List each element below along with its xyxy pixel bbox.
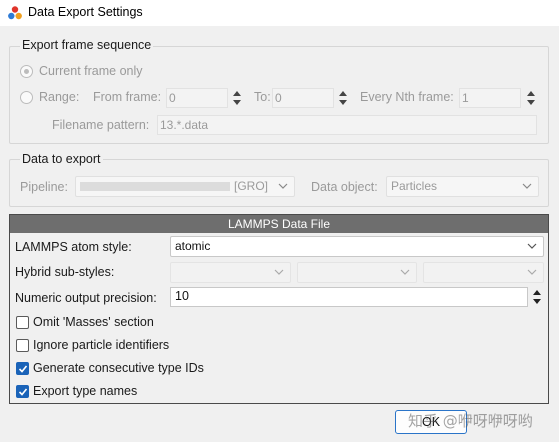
to-frame-input[interactable]: 0 [272,88,334,108]
lammps-panel-header: LAMMPS Data File [10,215,548,233]
chevron-down-icon [527,269,537,275]
nth-frame-spinner[interactable] [526,88,536,108]
checkmark-icon [18,388,28,396]
chevron-down-icon [527,243,537,249]
current-frame-label: Current frame only [39,64,143,78]
hybrid-substyle-select-2[interactable] [297,262,417,283]
range-radio[interactable] [20,91,33,104]
ignore-identifiers-checkbox[interactable] [16,339,29,352]
precision-label: Numeric output precision: [15,291,157,305]
atom-style-label: LAMMPS atom style: [15,240,132,254]
export-type-names-label: Export type names [33,384,138,398]
chevron-down-icon [274,269,284,275]
nth-frame-input[interactable]: 1 [459,88,521,108]
precision-input[interactable]: 10 [170,287,528,307]
checkmark-icon [18,365,28,373]
from-frame-label: From frame: [93,90,162,104]
window-title: Data Export Settings [28,5,143,19]
from-frame-input[interactable]: 0 [166,88,228,108]
to-frame-label: To: [254,90,271,104]
export-type-names-checkbox[interactable] [16,385,29,398]
ignore-identifiers-label: Ignore particle identifiers [33,338,170,352]
omit-masses-checkbox[interactable] [16,316,29,329]
watermark: 知乎 @咿呀咿呀哟 [408,412,533,430]
nth-frame-label: Every Nth frame: [360,90,454,104]
chevron-down-icon [278,183,288,189]
title-bar: Data Export Settings [0,0,559,26]
pipeline-redacted-name [80,182,230,192]
current-frame-radio[interactable] [20,65,33,78]
pipeline-label: Pipeline: [20,180,68,194]
pipeline-select[interactable]: [GRO] [75,176,295,197]
hybrid-substyle-select-1[interactable] [170,262,291,283]
to-frame-spinner[interactable] [338,88,348,108]
data-object-label: Data object: [311,180,378,194]
data-object-select[interactable]: Particles [386,176,539,197]
atom-style-select[interactable]: atomic [170,236,544,257]
filename-pattern-input[interactable]: 13.*.data [157,115,537,135]
hybrid-substyle-select-3[interactable] [423,262,544,283]
consecutive-type-ids-checkbox[interactable] [16,362,29,375]
chevron-down-icon [400,269,410,275]
consecutive-type-ids-label: Generate consecutive type IDs [33,361,204,375]
frame-sequence-title: Export frame sequence [20,38,154,52]
ovito-app-icon [8,6,22,20]
hybrid-substyles-label: Hybrid sub-styles: [15,265,115,279]
data-object-select-value: Particles [391,179,438,193]
precision-spinner[interactable] [532,287,542,307]
filename-pattern-label: Filename pattern: [52,118,150,132]
omit-masses-label: Omit 'Masses' section [33,315,154,329]
chevron-down-icon [522,183,532,189]
from-frame-spinner[interactable] [232,88,242,108]
data-to-export-title: Data to export [20,152,103,166]
atom-style-select-value: atomic [175,239,211,253]
range-label: Range: [39,90,80,104]
pipeline-select-value: [GRO] [234,179,269,193]
